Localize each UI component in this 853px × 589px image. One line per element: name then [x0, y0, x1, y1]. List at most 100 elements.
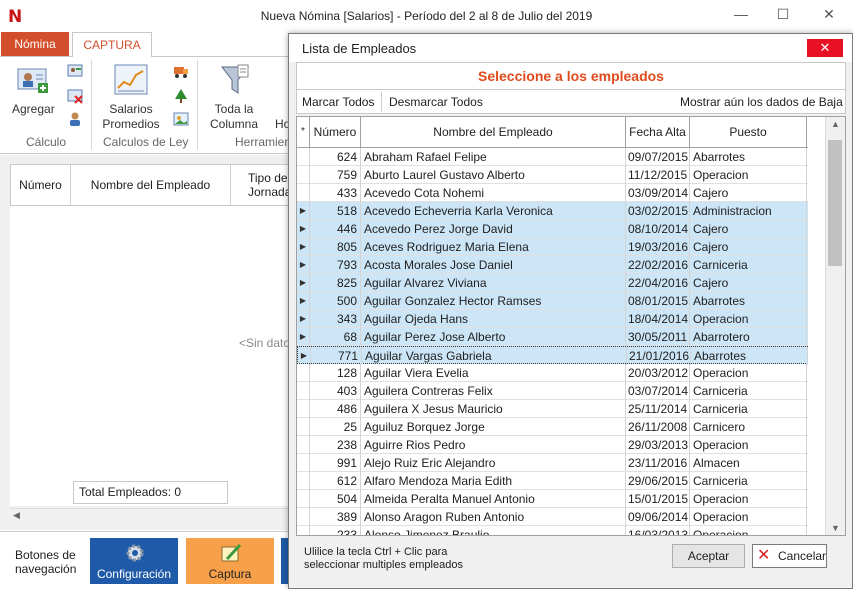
table-row[interactable]: 233 Alonso Jimenez Braulio 16/03/2013 Opera… [297, 526, 808, 535]
cell-puesto: Carniceria [690, 256, 807, 274]
cell-numero: 233 [310, 526, 361, 535]
cell-puesto: Carniceria [690, 382, 807, 400]
table-row[interactable]: 759 Aburto Laurel Gustavo Alberto 11/12/20… [297, 166, 808, 184]
toda-la-columna-button[interactable]: Toda la Columna [206, 102, 262, 132]
captura-nav-label: Captura [208, 567, 252, 581]
cell-numero: 486 [310, 400, 361, 418]
row-indicator: ▶ [297, 256, 310, 274]
minimize-icon[interactable]: — [726, 6, 756, 26]
cell-nombre: Aguilera Contreras Felix [361, 382, 626, 400]
cancel-x-icon: ✕ [757, 547, 771, 564]
cell-fecha-alta: 18/04/2014 [628, 310, 690, 328]
cell-puesto: Operacion [690, 508, 807, 526]
scroll-left-icon[interactable]: ◀ [13, 510, 20, 521]
table-row[interactable]: ▶ 343 Aguilar Ojeda Hans 18/04/2014 Operacio… [297, 310, 808, 328]
table-row[interactable]: 486 Aguilera X Jesus Mauricio 25/11/2014 Ca… [297, 400, 808, 418]
cell-nombre: Alejo Ruiz Eric Alejandro [361, 454, 626, 472]
truck-icon[interactable] [173, 63, 189, 82]
add-employee-icon[interactable] [16, 66, 50, 99]
col-nombre[interactable]: Nombre del Empleado [361, 117, 626, 147]
agregar-button[interactable]: Agregar [12, 102, 55, 117]
col-puesto[interactable]: Puesto [690, 117, 807, 147]
table-row[interactable]: ▶ 500 Aguilar Gonzalez Hector Ramses 08/01/… [297, 292, 808, 310]
table-row[interactable]: ▶ 825 Aguilar Alvarez Viviana 22/04/2016 Caj… [297, 274, 808, 292]
cell-fecha-alta: 03/02/2015 [628, 202, 690, 220]
cell-fecha-alta: 15/01/2015 [628, 490, 690, 508]
delete-employee-icon[interactable] [67, 88, 83, 107]
cell-nombre: Aguirre Rios Pedro [361, 436, 626, 454]
row-indicator [297, 508, 310, 526]
left-col-numero[interactable]: Número [11, 165, 71, 205]
cell-numero: 128 [310, 364, 361, 382]
close-icon[interactable]: ✕ [814, 6, 844, 26]
table-row[interactable]: ▶ 771 Aguilar Vargas Gabriela 21/01/2016 Aba… [297, 346, 808, 365]
desmarcar-todos-button[interactable]: Desmarcar Todos [389, 95, 483, 109]
mostrar-baja-toggle[interactable]: Mostrar aún los dados de Baja [680, 95, 843, 109]
aceptar-button[interactable]: Aceptar [672, 544, 745, 568]
tab-nomina[interactable]: Nómina [1, 32, 69, 56]
promedios-label: Promedios [102, 117, 160, 131]
table-row[interactable]: 991 Alejo Ruiz Eric Alejandro 23/11/2016 Al… [297, 454, 808, 472]
cell-fecha-alta: 20/03/2012 [628, 364, 690, 382]
table-row[interactable]: 403 Aguilera Contreras Felix 03/07/2014 Car… [297, 382, 808, 400]
hint-line1: Ulilice la tecla Ctrl + Clic para [304, 546, 448, 558]
scroll-down-icon[interactable]: ▼ [831, 523, 840, 533]
table-row[interactable]: ▶ 518 Acevedo Echeverria Karla Veronica 03/… [297, 202, 808, 220]
table-row[interactable]: 433 Acevedo Cota Nohemi 03/09/2014 Cajero [297, 184, 808, 202]
funnel-icon[interactable] [218, 63, 252, 100]
user-icon[interactable] [67, 111, 83, 130]
table-row[interactable]: 389 Alonso Aragon Ruben Antonio 09/06/2014… [297, 508, 808, 526]
table-row[interactable]: ▶ 805 Aceves Rodriguez Maria Elena 19/03/20… [297, 238, 808, 256]
col-fecha-alta[interactable]: Fecha Alta [626, 117, 690, 147]
configuracion-button[interactable]: Configuración [90, 538, 178, 584]
nav-label-line1: Botones de [15, 548, 76, 562]
horizontal-scrollbar[interactable]: ◀ [10, 508, 292, 524]
captura-nav-button[interactable]: Captura [186, 538, 274, 584]
table-row[interactable]: 504 Almeida Peralta Manuel Antonio 15/01/2… [297, 490, 808, 508]
cell-nombre: Aguilar Perez Jose Alberto [361, 328, 626, 346]
cell-nombre: Acevedo Echeverria Karla Veronica [361, 202, 626, 220]
cell-fecha-alta: 22/02/2016 [628, 256, 690, 274]
row-indicator [297, 382, 310, 400]
cell-numero: 25 [310, 418, 361, 436]
cancelar-button[interactable]: ✕ Cancelar [752, 544, 827, 568]
picture-icon[interactable] [173, 111, 189, 130]
col-numero[interactable]: Número [310, 117, 361, 147]
cell-nombre: Aguiluz Borquez Jorge [361, 418, 626, 436]
dialog-close-button[interactable]: ✕ [807, 39, 843, 57]
cell-numero: 238 [310, 436, 361, 454]
tab-captura[interactable]: CAPTURA [72, 32, 152, 57]
cell-fecha-alta: 29/03/2013 [628, 436, 690, 454]
table-row[interactable]: ▶ 446 Acevedo Perez Jorge David 08/10/2014 C… [297, 220, 808, 238]
cell-nombre: Acosta Morales Jose Daniel [361, 256, 626, 274]
cell-fecha-alta: 19/03/2016 [628, 238, 690, 256]
cell-puesto: Carniceria [690, 400, 807, 418]
group-calculos-ley: Calculos de Ley [103, 135, 189, 149]
scroll-up-icon[interactable]: ▲ [831, 119, 840, 129]
table-row[interactable]: 624 Abraham Rafael Felipe 09/07/2015 Abarro… [297, 148, 808, 166]
cell-puesto: Operacion [690, 166, 807, 184]
tree-icon[interactable] [173, 88, 189, 107]
cancelar-label: Cancelar [778, 549, 827, 563]
scroll-thumb[interactable] [828, 140, 842, 266]
edit-employee-icon[interactable] [67, 63, 83, 82]
table-row[interactable]: 612 Alfaro Mendoza Maria Edith 29/06/2015 C… [297, 472, 808, 490]
maximize-icon[interactable]: ☐ [768, 6, 798, 26]
table-row[interactable]: ▶ 68 Aguilar Perez Jose Alberto 30/05/2011 A… [297, 328, 808, 346]
cell-numero: 825 [310, 274, 361, 292]
cell-numero: 403 [310, 382, 361, 400]
marcar-todos-button[interactable]: Marcar Todos [302, 95, 374, 109]
row-indicator: ▶ [297, 202, 310, 220]
cell-nombre: Aguilar Viera Evelia [361, 364, 626, 382]
table-row[interactable]: ▶ 793 Acosta Morales Jose Daniel 22/02/2016… [297, 256, 808, 274]
table-row[interactable]: 128 Aguilar Viera Evelia 20/03/2012 Operaci… [297, 364, 808, 382]
toolbar-separator [381, 92, 382, 112]
table-row[interactable]: 238 Aguirre Rios Pedro 29/03/2013 Operacion [297, 436, 808, 454]
cell-nombre: Alfaro Mendoza Maria Edith [361, 472, 626, 490]
salarios-promedios-button[interactable]: Salarios Promedios [98, 102, 164, 132]
cell-nombre: Almeida Peralta Manuel Antonio [361, 490, 626, 508]
left-col-nombre[interactable]: Nombre del Empleado [71, 165, 231, 205]
chart-icon[interactable] [114, 64, 148, 99]
table-row[interactable]: 25 Aguiluz Borquez Jorge 26/11/2008 Carnice… [297, 418, 808, 436]
cell-puesto: Cajero [690, 274, 807, 292]
